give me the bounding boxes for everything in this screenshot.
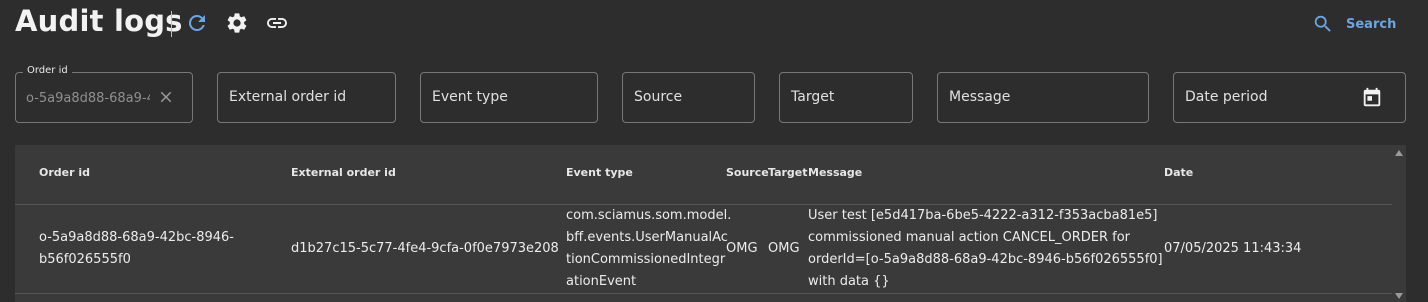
settings-icon[interactable]	[225, 11, 249, 35]
order-id-filter-label: Order id	[23, 65, 72, 76]
table-header: Order id External order id Event type So…	[15, 145, 1392, 205]
search-icon	[1314, 15, 1331, 32]
cell-event-type-line: com.sciamus.som.model.	[566, 208, 732, 223]
table-scrollbar[interactable]	[1392, 145, 1406, 302]
message-filter[interactable]: Message	[937, 72, 1149, 123]
target-filter[interactable]: Target	[779, 72, 913, 123]
cell-event-type-line: bff.events.UserManualAc	[566, 230, 728, 245]
cell-event-type-line: ationEvent	[566, 274, 637, 289]
cell-message: User test [e5d417ba-6be5-4222-a312-f353a…	[808, 205, 1163, 293]
cell-message-line: with data {}	[808, 274, 890, 289]
search-button[interactable]: Search	[1312, 10, 1396, 38]
page-header: Audit logs Search	[0, 0, 1428, 48]
column-header-source[interactable]: Source	[726, 166, 769, 179]
cell-event-type-line: tionCommissionedIntegr	[566, 252, 726, 267]
search-label: Search	[1346, 16, 1397, 32]
cell-source: OMG	[726, 241, 758, 256]
column-header-event-type[interactable]: Event type	[566, 166, 633, 179]
column-header-target[interactable]: Target	[768, 166, 808, 179]
cell-order-id: o-5a9a8d88-68a9-42bc-8946- b56f026555f0	[39, 227, 234, 271]
cell-message-line: User test [e5d417ba-6be5-4222-a312-f353a…	[808, 208, 1158, 223]
event-type-placeholder: Event type	[432, 89, 508, 105]
external-order-id-filter[interactable]: External order id	[217, 72, 396, 123]
title-divider	[171, 11, 172, 37]
column-header-order-id[interactable]: Order id	[39, 166, 90, 179]
column-header-date[interactable]: Date	[1164, 166, 1193, 179]
filter-bar: Order id o-5a9a8d88-68a9-4 External orde…	[0, 60, 1428, 130]
source-filter[interactable]: Source	[622, 72, 755, 123]
cell-event-type: com.sciamus.som.model. bff.events.UserMa…	[566, 205, 731, 293]
table-row[interactable]: o-5a9a8d88-68a9-42bc-8946- b56f026555f0 …	[15, 205, 1392, 294]
cell-message-line: commissioned manual action CANCEL_ORDER …	[808, 230, 1130, 245]
cell-date: 07/05/2025 11:43:34	[1164, 241, 1302, 256]
event-type-filter[interactable]: Event type	[420, 72, 598, 123]
target-placeholder: Target	[791, 89, 835, 105]
column-header-external-order-id[interactable]: External order id	[291, 166, 396, 179]
scroll-up-arrow-icon[interactable]	[1395, 150, 1403, 156]
cell-order-id-line: o-5a9a8d88-68a9-42bc-8946-	[39, 230, 234, 245]
external-order-id-placeholder: External order id	[229, 89, 347, 105]
cell-order-id-line: b56f026555f0	[39, 252, 131, 267]
page-title: Audit logs	[15, 4, 183, 38]
cell-target: OMG	[768, 241, 800, 256]
table-row-partial[interactable]	[15, 294, 1392, 302]
source-placeholder: Source	[634, 89, 683, 105]
refresh-icon[interactable]	[185, 11, 209, 35]
column-header-message[interactable]: Message	[808, 166, 862, 179]
message-placeholder: Message	[949, 89, 1011, 105]
link-icon[interactable]	[265, 11, 289, 35]
calendar-icon[interactable]	[1361, 87, 1383, 109]
scroll-down-arrow-icon[interactable]	[1395, 293, 1403, 299]
date-period-placeholder: Date period	[1185, 89, 1268, 105]
order-id-filter[interactable]: Order id o-5a9a8d88-68a9-4	[15, 65, 193, 123]
clear-icon[interactable]	[157, 88, 175, 106]
audit-log-table: Order id External order id Event type So…	[15, 145, 1406, 302]
date-period-filter[interactable]: Date period	[1173, 72, 1406, 123]
cell-external-order-id: d1b27c15-5c77-4fe4-9cfa-0f0e7973e208	[291, 241, 559, 256]
cell-message-line: orderId=[o-5a9a8d88-68a9-42bc-8946-b56f0…	[808, 252, 1163, 267]
order-id-filter-value[interactable]: o-5a9a8d88-68a9-4	[26, 91, 150, 106]
